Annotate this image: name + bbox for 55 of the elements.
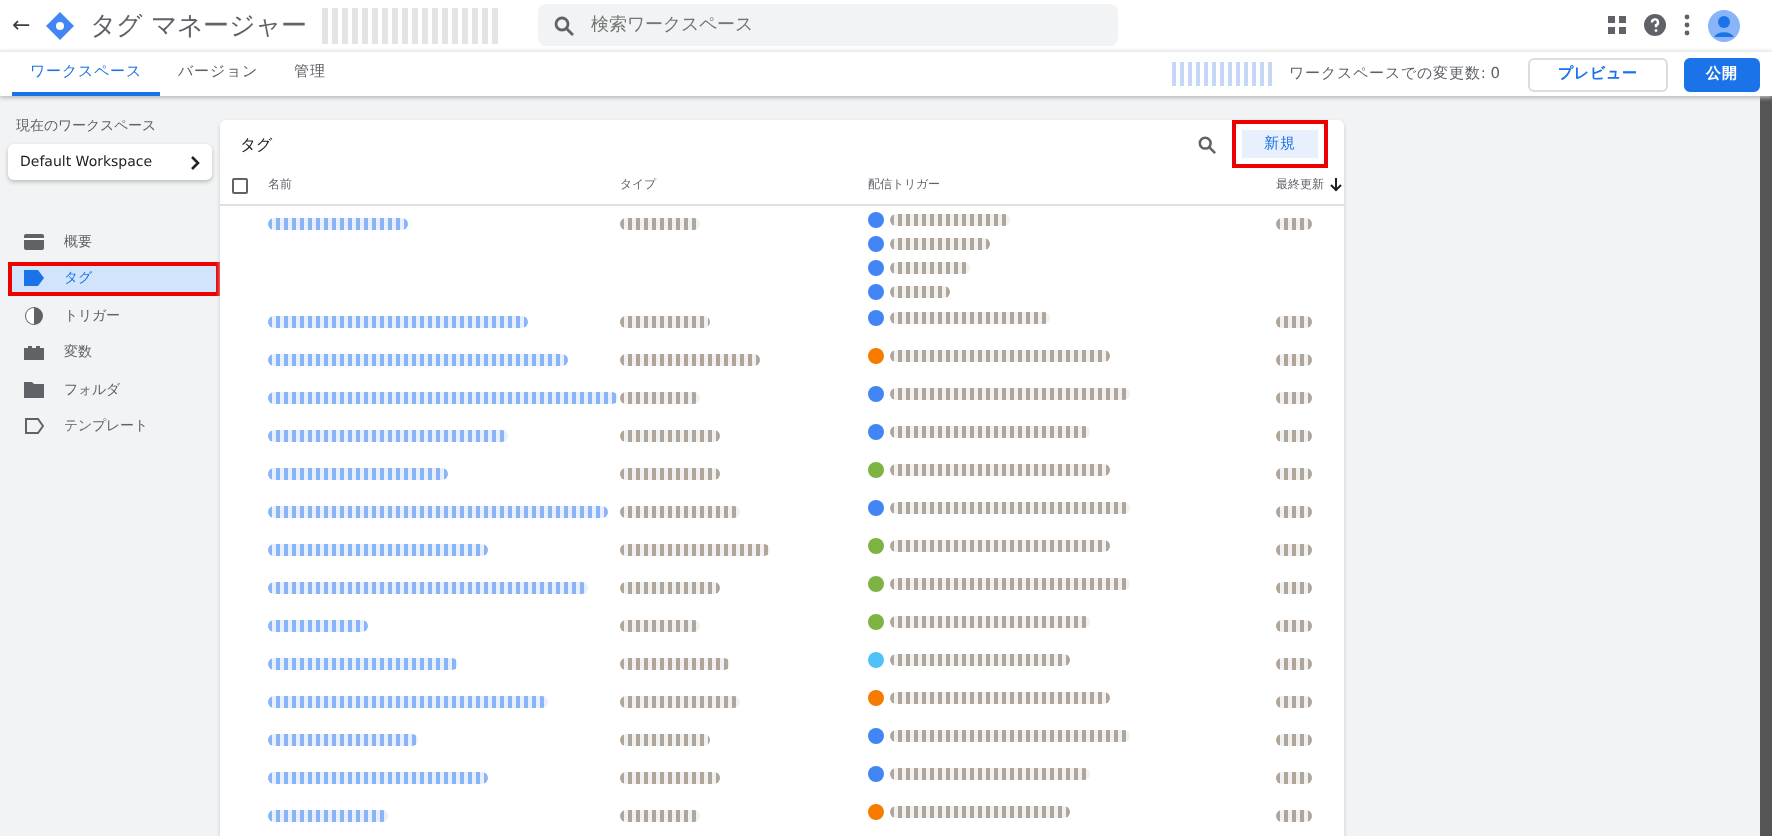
redacted-block: [620, 316, 710, 328]
diamond-logo-icon: [46, 11, 75, 39]
redacted-block: [1276, 772, 1312, 784]
redacted-block: [620, 772, 720, 784]
apps-grid-icon[interactable]: [1608, 16, 1626, 34]
redacted-block: [1276, 316, 1312, 328]
tag-icon: [24, 268, 44, 288]
redacted-block: [620, 506, 740, 518]
redacted-block: [620, 354, 760, 366]
redacted-block: [1276, 582, 1312, 594]
tag-outline-icon: [24, 416, 44, 436]
redacted-block: [268, 810, 388, 822]
redacted-block: [890, 261, 970, 274]
redacted-block: [1276, 217, 1312, 230]
back-button[interactable]: ←: [12, 12, 31, 38]
redacted-block: [1276, 468, 1312, 480]
avatar-icon[interactable]: [1708, 9, 1740, 41]
card-icon: [24, 231, 44, 251]
redacted-block: [890, 213, 1010, 226]
blocks-icon: [24, 342, 44, 362]
redacted-block: [268, 217, 408, 230]
chevron-right-icon: [190, 155, 200, 169]
redacted-block: [1276, 544, 1312, 556]
redacted-block: [1276, 734, 1312, 746]
app-title: タグ マネージャー: [90, 9, 307, 43]
redacted-block: [1276, 696, 1312, 708]
redacted-block: [1276, 658, 1312, 670]
redacted-block: [620, 468, 720, 480]
redacted-block: [620, 620, 700, 632]
help-icon[interactable]: [1644, 14, 1666, 36]
redacted-block: [620, 217, 700, 230]
folder-icon: [24, 379, 44, 399]
redacted-block: [620, 810, 700, 822]
redacted-block: [1276, 810, 1312, 822]
search-icon[interactable]: [1198, 135, 1216, 153]
more-vert-icon[interactable]: [1684, 14, 1690, 36]
redacted-block: [890, 285, 950, 298]
redacted-block: [1276, 354, 1312, 366]
redacted-block: [620, 734, 710, 746]
card-title: タグ: [240, 133, 272, 155]
redacted-block: [890, 237, 990, 250]
half-circle-icon: [24, 305, 44, 325]
redacted-block: [620, 696, 740, 708]
select-all-checkbox[interactable]: [232, 177, 248, 194]
redacted-block: [1276, 620, 1312, 632]
search-field[interactable]: 検索ワークスペース: [538, 4, 1119, 46]
redacted-block: [620, 582, 720, 594]
redacted-block: [268, 620, 368, 632]
redacted-block: [620, 430, 720, 442]
redacted-block: [1276, 506, 1312, 518]
redacted-block: [1276, 430, 1312, 442]
redacted-block: [1172, 62, 1273, 86]
redacted-block: [620, 658, 730, 670]
redacted-block: [1276, 392, 1312, 404]
arrow-down-icon: [1330, 178, 1342, 193]
